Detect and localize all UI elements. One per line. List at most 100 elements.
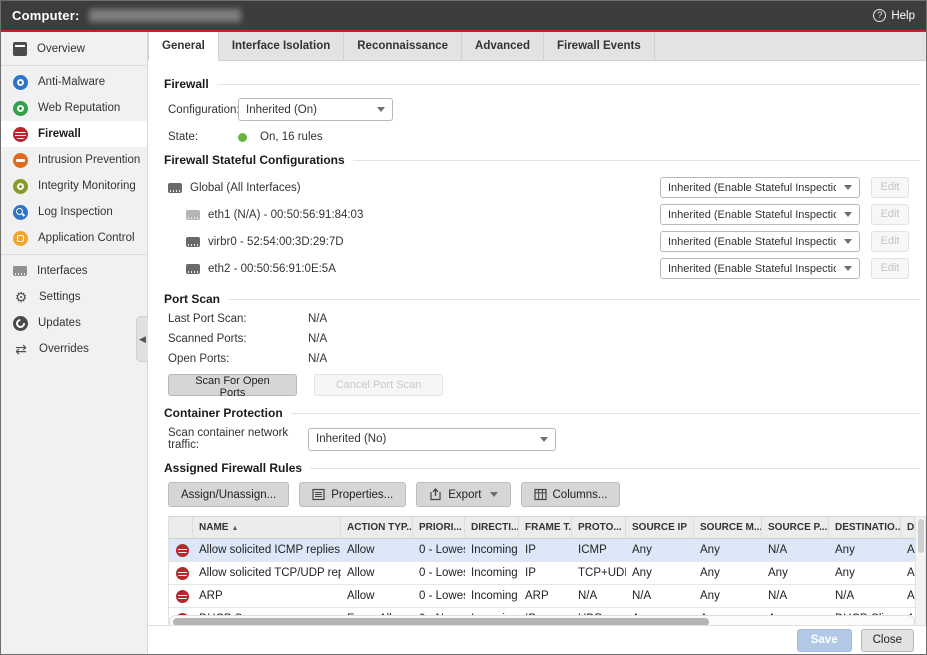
column-header-direction[interactable]: DIRECTI... (465, 517, 519, 538)
stateful-select-eth2[interactable]: Inherited (Enable Stateful Inspection) (660, 258, 860, 279)
vertical-scrollbar-thumb[interactable] (918, 519, 924, 553)
firewall-section-title: Firewall (164, 77, 924, 91)
sidebar-item-anti-malware[interactable]: Anti-Malware (1, 69, 147, 95)
cell-name: Allow solicited TCP/UDP replies (193, 567, 341, 579)
interface-label: eth1 (N/A) - 00:50:56:91:84:03 (208, 209, 363, 221)
tab-reconnaissance[interactable]: Reconnaissance (344, 32, 462, 60)
stateful-select-global[interactable]: Inherited (Enable Stateful Inspection) (660, 177, 860, 198)
sidebar-item-firewall[interactable]: Firewall (1, 121, 147, 147)
edit-button[interactable]: Edit (871, 204, 909, 225)
column-header-source-mac[interactable]: SOURCE M... (694, 517, 762, 538)
sidebar-collapse-handle[interactable]: ◀ (136, 316, 148, 362)
application-control-icon (13, 231, 28, 246)
cell-destination: Any (829, 544, 901, 556)
stateful-select-eth1[interactable]: Inherited (Enable Stateful Inspection) (660, 204, 860, 225)
sidebar-item-updates[interactable]: Updates (1, 310, 147, 336)
help-button[interactable]: ? Help (873, 9, 915, 22)
column-header-name[interactable]: NAME▲ (193, 517, 341, 538)
sidebar-item-label: Anti-Malware (38, 76, 105, 88)
help-label: Help (891, 10, 915, 22)
rules-toolbar: Assign/Unassign... Properties... Export … (168, 482, 926, 507)
cancel-port-scan-button[interactable]: Cancel Port Scan (314, 374, 443, 396)
horizontal-scrollbar[interactable] (169, 615, 915, 625)
column-header-protocol[interactable]: PROTO... (572, 517, 626, 538)
sidebar-item-intrusion-prevention[interactable]: Intrusion Prevention (1, 147, 147, 173)
column-header-destination[interactable]: DESTINATIO... (829, 517, 901, 538)
sidebar-item-overview[interactable]: Overview (1, 36, 147, 62)
container-traffic-select[interactable]: Inherited (No) (308, 428, 556, 451)
scanned-ports-value: N/A (308, 333, 327, 345)
scan-for-open-ports-button[interactable]: Scan For Open Ports (168, 374, 297, 396)
column-header-action-type[interactable]: ACTION TYP... (341, 517, 413, 538)
cell-action: Allow (341, 567, 413, 579)
firewall-configuration-select[interactable]: Inherited (On) (238, 98, 393, 121)
cell-source-mac: Any (694, 544, 762, 556)
close-button[interactable]: Close (861, 629, 914, 652)
web-reputation-icon (13, 101, 28, 116)
column-header-icon[interactable] (169, 517, 193, 538)
column-header-destination2[interactable]: DE... (901, 517, 915, 538)
stateful-select-virbr0[interactable]: Inherited (Enable Stateful Inspection) (660, 231, 860, 252)
edit-button[interactable]: Edit (871, 177, 909, 198)
overview-icon (13, 42, 27, 56)
interface-icon (168, 183, 182, 193)
assign-unassign-button[interactable]: Assign/Unassign... (168, 482, 289, 507)
export-button[interactable]: Export (416, 482, 510, 507)
cell-destination2: Any (901, 567, 915, 579)
sidebar-item-settings[interactable]: ⚙ Settings (1, 284, 147, 310)
table-row-allow-solicited-icmp[interactable]: Allow solicited ICMP replies Allow 0 - L… (169, 539, 915, 562)
interface-icon (186, 264, 200, 274)
configuration-label: Configuration: (168, 104, 238, 116)
tab-firewall-events[interactable]: Firewall Events (544, 32, 655, 60)
cell-frame-type: ARP (519, 590, 572, 602)
integrity-monitoring-icon (13, 179, 28, 194)
sidebar-item-label: Updates (38, 317, 81, 329)
table-row-allow-solicited-tcp-udp[interactable]: Allow solicited TCP/UDP replies Allow 0 … (169, 562, 915, 585)
sidebar-item-label: Application Control (38, 232, 135, 244)
general-tab-content: Firewall Configuration: Inherited (On) S… (148, 61, 926, 625)
sidebar: Overview Anti-Malware Web Reputation Fir… (1, 32, 148, 654)
sidebar-item-integrity-monitoring[interactable]: Integrity Monitoring (1, 173, 147, 199)
column-header-source-port[interactable]: SOURCE P... (762, 517, 829, 538)
cell-frame-type: IP (519, 544, 572, 556)
column-header-source-ip[interactable]: SOURCE IP (626, 517, 694, 538)
sidebar-item-application-control[interactable]: Application Control (1, 225, 147, 251)
column-header-priority[interactable]: PRIORI... (413, 517, 465, 538)
sidebar-item-label: Settings (39, 291, 81, 303)
interface-icon (186, 237, 200, 247)
select-value: Inherited (Enable Stateful Inspection) (668, 209, 836, 221)
select-value: Inherited (On) (246, 104, 369, 116)
interface-label: Global (All Interfaces) (190, 182, 301, 194)
sidebar-item-log-inspection[interactable]: Log Inspection (1, 199, 147, 225)
sidebar-item-label: Overrides (39, 343, 89, 355)
cell-name: Allow solicited ICMP replies (193, 544, 341, 556)
edit-button[interactable]: Edit (871, 231, 909, 252)
save-button[interactable]: Save (797, 629, 852, 652)
tab-general[interactable]: General (148, 32, 219, 61)
sidebar-item-label: Overview (37, 43, 85, 55)
cell-source-ip: Any (626, 567, 694, 579)
sidebar-item-label: Firewall (38, 128, 81, 140)
cell-protocol: TCP+UDP (572, 567, 626, 579)
sidebar-item-web-reputation[interactable]: Web Reputation (1, 95, 147, 121)
horizontal-scrollbar-thumb[interactable] (173, 618, 709, 626)
tab-advanced[interactable]: Advanced (462, 32, 544, 60)
last-port-scan-label: Last Port Scan: (168, 313, 308, 325)
button-label: Assign/Unassign... (181, 489, 276, 501)
sidebar-item-interfaces[interactable]: Interfaces (1, 258, 147, 284)
vertical-scrollbar[interactable] (915, 516, 926, 625)
columns-button[interactable]: Columns... (521, 482, 621, 507)
properties-icon (312, 488, 325, 501)
sidebar-item-overrides[interactable]: ⇄ Overrides (1, 336, 147, 362)
tab-interface-isolation[interactable]: Interface Isolation (219, 32, 344, 60)
chevron-down-icon (844, 212, 852, 217)
table-row-arp[interactable]: ARP Allow 0 - Lowest Incoming ARP N/A N/… (169, 585, 915, 608)
table-row-dhcp-server[interactable]: DHCP Server Force Allow 0 - Normal Incom… (169, 608, 915, 615)
properties-button[interactable]: Properties... (299, 482, 406, 507)
interface-label: virbr0 - 52:54:00:3D:29:7D (208, 236, 344, 248)
column-header-frame-type[interactable]: FRAME T... (519, 517, 572, 538)
edit-button[interactable]: Edit (871, 258, 909, 279)
cell-destination2: Any (901, 590, 915, 602)
open-ports-label: Open Ports: (168, 353, 308, 365)
help-icon: ? (873, 9, 886, 22)
